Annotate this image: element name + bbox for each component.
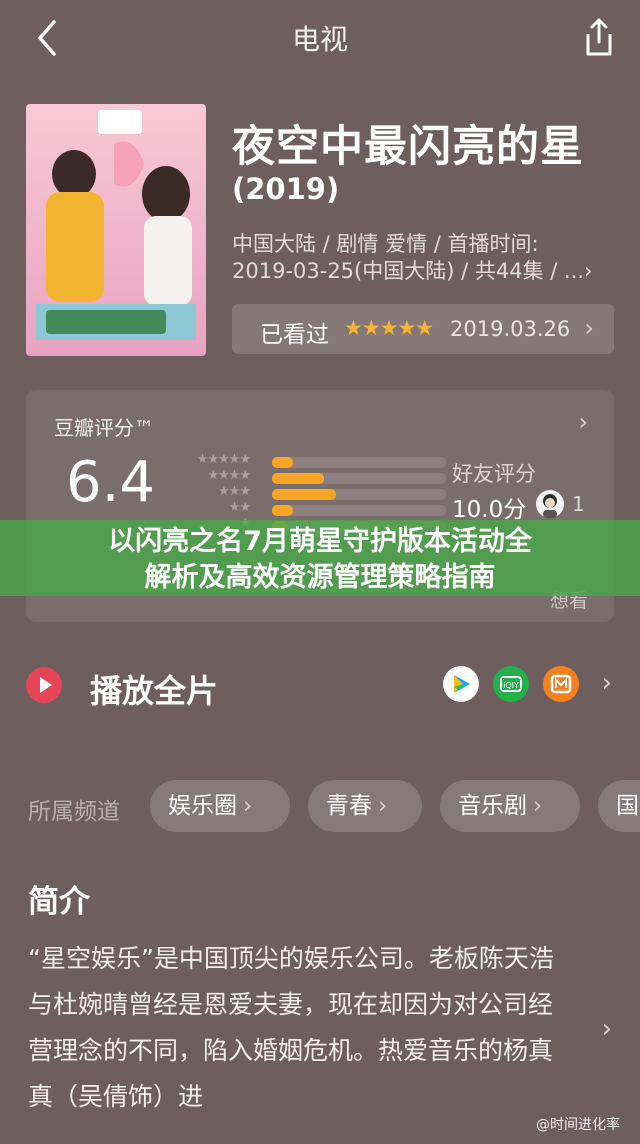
friends-count: 1 — [572, 492, 585, 516]
star-icon: ★★ — [228, 500, 251, 515]
channel-chip[interactable]: 娱乐圈 › — [150, 780, 290, 832]
svg-text:iQIY: iQIY — [503, 681, 519, 690]
poster-image — [26, 104, 206, 356]
star-icon: ★★★ — [218, 484, 251, 499]
channel-label: 所属频道 — [28, 799, 120, 825]
watermark: @时间进化率 — [536, 1117, 620, 1133]
channel-chip[interactable]: 国 — [598, 780, 640, 832]
channel-chip-label: 国 — [616, 793, 639, 819]
watched-stars: ★★★★★ — [344, 316, 434, 340]
article-title-banner: 以闪亮之名7月萌星守护版本活动全 解析及高效资源管理策略指南 — [0, 520, 640, 596]
watched-status-bar[interactable]: 已看过 ★★★★★ 2019.03.26 › — [232, 304, 614, 354]
synopsis-title: 简介 — [28, 884, 90, 920]
channel-chip-label: 青春 — [326, 793, 372, 819]
movie-meta-line-1[interactable]: 中国大陆 / 剧情 爱情 / 首播时间: — [232, 228, 539, 258]
friends-rating-score: 10.0分 — [452, 497, 527, 523]
channel-chip[interactable]: 青春 › — [308, 780, 422, 832]
page-title: 电视 — [291, 23, 348, 56]
tencent-video-icon[interactable] — [443, 666, 479, 702]
chevron-right-icon[interactable]: › — [602, 1014, 612, 1044]
play-full-label: 播放全片 — [90, 672, 219, 710]
channel-chip-label: 娱乐圈 — [168, 793, 237, 819]
avatar[interactable] — [536, 490, 564, 518]
share-icon — [586, 18, 612, 56]
avatar-icon — [543, 494, 557, 518]
banner-line-1: 以闪亮之名7月萌星守护版本活动全 — [108, 526, 532, 557]
chevron-right-icon: › — [243, 793, 253, 819]
star-icon: ★★★★★ — [196, 452, 251, 467]
rating-row-2: ★★ — [176, 500, 446, 518]
douban-rating-label: 豆瓣评分™ — [54, 416, 154, 440]
chevron-right-icon: › — [378, 793, 388, 819]
rating-row-3: ★★★ — [176, 484, 446, 502]
iqiyi-icon[interactable]: iQIY — [493, 666, 529, 702]
channel-chip[interactable]: 音乐剧 › — [440, 780, 580, 832]
watched-label: 已看过 — [260, 322, 329, 348]
banner-line-2: 解析及高效资源管理策略指南 — [144, 562, 496, 593]
rating-bar — [272, 489, 337, 500]
rating-bar — [272, 457, 293, 468]
movie-poster[interactable] — [26, 104, 206, 356]
movie-year: (2019) — [232, 172, 340, 206]
share-button[interactable] — [578, 12, 618, 60]
friends-rating-label: 好友评分 — [452, 462, 536, 486]
chevron-right-icon: › — [601, 668, 612, 698]
play-icon — [26, 667, 62, 703]
movie-title: 夜空中最闪亮的星 — [232, 122, 584, 172]
rating-bar — [272, 473, 325, 484]
movie-meta-line-2[interactable]: 2019-03-25(中国大陆) / 共44集 / ...› — [232, 255, 592, 285]
rating-row-4: ★★★★ — [176, 468, 446, 486]
chevron-right-icon: › — [578, 408, 588, 436]
star-icon: ★★★★ — [207, 468, 251, 483]
synopsis-text[interactable]: “星空娱乐”是中国顶尖的娱乐公司。老板陈天浩与杜婉晴曾经是恩爱夫妻，现在却因为对… — [28, 936, 574, 1120]
watched-date: 2019.03.26 — [450, 317, 571, 341]
mango-tv-icon[interactable] — [543, 666, 579, 702]
play-full-row[interactable]: 播放全片 iQIY › — [0, 648, 640, 724]
rating-bar — [272, 505, 293, 516]
chevron-right-icon: › — [584, 314, 594, 342]
top-bar: 电视 — [0, 0, 640, 78]
rating-score: 6.4 — [66, 450, 156, 515]
chevron-right-icon: › — [533, 793, 543, 819]
channel-chip-label: 音乐剧 — [458, 793, 527, 819]
